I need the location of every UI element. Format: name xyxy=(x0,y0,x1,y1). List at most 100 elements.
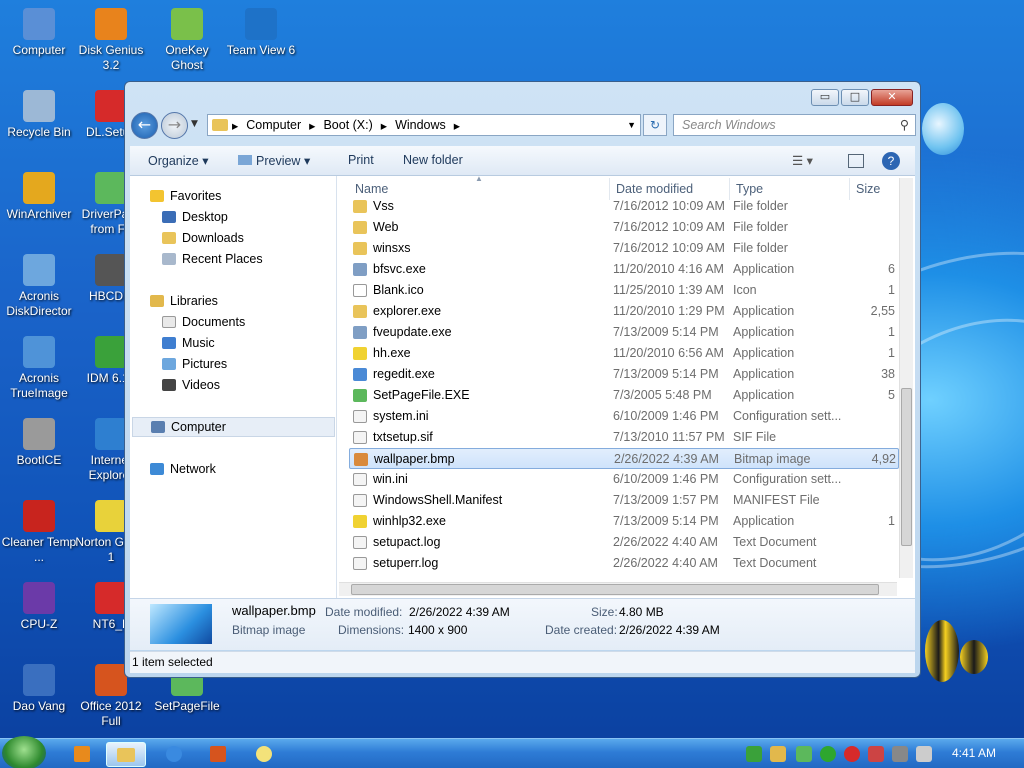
address-bar[interactable]: ▸ Computer ▸ Boot (X:) ▸ Windows ▸ ▼ xyxy=(207,114,641,136)
start-button[interactable] xyxy=(2,736,46,768)
tray-icon[interactable] xyxy=(770,746,786,762)
file-row[interactable]: Blank.ico 11/25/2010 1:39 AM Icon 1 xyxy=(349,280,899,301)
file-date: 11/20/2010 4:16 AM xyxy=(613,262,724,276)
scrollbar-thumb[interactable] xyxy=(351,584,879,595)
file-type: Application xyxy=(733,304,795,318)
file-icon xyxy=(353,389,367,402)
taskbar-explorer-icon[interactable] xyxy=(106,742,146,767)
file-row[interactable]: setupact.log 2/26/2022 4:40 AM Text Docume… xyxy=(349,532,899,553)
nav-pictures[interactable]: Pictures xyxy=(162,354,227,374)
desktop-icon-acronis-diskdirector[interactable]: Acronis DiskDirector xyxy=(0,254,78,319)
breadcrumb-computer[interactable]: Computer xyxy=(242,118,305,132)
desktop-icon-onekey-ghost[interactable]: OneKey Ghost xyxy=(148,8,226,73)
breadcrumb-drive[interactable]: Boot (X:) xyxy=(319,118,376,132)
desktop-icon-computer[interactable]: Computer xyxy=(0,8,78,58)
nav-videos[interactable]: Videos xyxy=(162,375,220,395)
tray-icon[interactable] xyxy=(820,746,836,762)
maximize-button[interactable]: □ xyxy=(841,89,869,106)
back-button[interactable]: ← xyxy=(131,112,158,139)
nav-documents[interactable]: Documents xyxy=(162,312,245,332)
file-row[interactable]: winsxs 7/16/2012 10:09 AM File folder xyxy=(349,238,899,259)
vertical-scrollbar[interactable] xyxy=(899,178,913,578)
file-row[interactable]: hh.exe 11/20/2010 6:56 AM Application 1 xyxy=(349,343,899,364)
recent-pages-dropdown[interactable]: ▼ xyxy=(191,119,198,129)
file-row[interactable]: winhlp32.exe 7/13/2009 5:14 PM Application… xyxy=(349,511,899,532)
file-row[interactable]: SetPageFile.EXE 7/3/2005 5:48 PM Applicati… xyxy=(349,385,899,406)
file-row[interactable]: setuperr.log 2/26/2022 4:40 AM Text Docume… xyxy=(349,553,899,574)
file-row[interactable]: Vss 7/16/2012 10:09 AM File folder xyxy=(349,196,899,217)
minimize-button[interactable]: ▭ xyxy=(811,89,839,106)
breadcrumb-folder[interactable]: Windows xyxy=(391,118,450,132)
tray-icon[interactable] xyxy=(868,746,884,762)
file-row[interactable]: WindowsShell.Manifest 7/13/2009 1:57 PM MA… xyxy=(349,490,899,511)
taskbar-media-icon[interactable] xyxy=(62,742,102,767)
nav-recent-places[interactable]: Recent Places xyxy=(162,249,263,269)
nav-downloads[interactable]: Downloads xyxy=(162,228,244,248)
view-options-icon[interactable]: ☰ ▾ xyxy=(792,153,813,168)
wallpaper-logo xyxy=(922,103,964,155)
taskbar-network-icon[interactable] xyxy=(198,742,238,767)
file-type: Application xyxy=(733,388,795,402)
tray-icon[interactable] xyxy=(892,746,908,762)
tray-icon[interactable] xyxy=(746,746,762,762)
desktop-icon-acronis-trueimage[interactable]: Acronis TrueImage xyxy=(0,336,78,401)
forward-button[interactable]: → xyxy=(161,112,188,139)
desktop-icon-disk-genius-3-2[interactable]: Disk Genius 3.2 xyxy=(72,8,150,73)
search-icon[interactable]: ⚲ xyxy=(900,115,909,135)
desktop-icon-recycle-bin[interactable]: Recycle Bin xyxy=(0,90,78,140)
tray-icon[interactable] xyxy=(796,746,812,762)
wallpaper-fish xyxy=(960,640,988,674)
file-list[interactable]: Name Date modified Type Size ▲ Vss 7/16/2… xyxy=(337,174,915,598)
libraries-icon xyxy=(150,295,164,307)
preview-button[interactable]: Preview ▾ xyxy=(238,153,310,168)
app-icon xyxy=(23,664,55,696)
taskbar-ie-icon[interactable] xyxy=(154,742,194,767)
desktop-icon-label: SetPageFile xyxy=(154,699,220,713)
help-icon[interactable]: ? xyxy=(882,152,900,170)
preview-pane-icon[interactable] xyxy=(848,154,864,168)
file-name: bfsvc.exe xyxy=(373,262,426,276)
breadcrumb-arrow-icon[interactable]: ▸ xyxy=(305,118,319,133)
print-button[interactable]: Print xyxy=(348,153,374,167)
breadcrumb-arrow-icon[interactable]: ▸ xyxy=(377,118,391,133)
desktop-icon-cleaner-temp[interactable]: Cleaner Temp ... xyxy=(0,500,78,565)
file-row[interactable]: win.ini 6/10/2009 1:46 PM Configuration se… xyxy=(349,469,899,490)
file-row[interactable]: bfsvc.exe 11/20/2010 4:16 AM Application 6 xyxy=(349,259,899,280)
app-icon xyxy=(23,90,55,122)
nav-network[interactable]: Network xyxy=(150,459,216,479)
desktop-icon-bootice[interactable]: BootICE xyxy=(0,418,78,468)
document-icon xyxy=(353,494,367,507)
nav-music[interactable]: Music xyxy=(162,333,215,353)
explorer-window[interactable]: ▭ □ ✕ ← → ▼ ▸ Computer ▸ Boot (X:) ▸ Win… xyxy=(124,81,921,678)
organize-button[interactable]: Organize ▾ xyxy=(148,153,208,168)
refresh-button[interactable]: ↻ xyxy=(643,114,667,136)
tray-icon[interactable] xyxy=(844,746,860,762)
file-row[interactable]: fveupdate.exe 7/13/2009 5:14 PM Applicatio… xyxy=(349,322,899,343)
horizontal-scrollbar[interactable] xyxy=(339,582,897,596)
file-size: 5 xyxy=(888,388,895,402)
breadcrumb-arrow-icon[interactable]: ▸ xyxy=(450,118,464,133)
taskbar-ghost-icon[interactable] xyxy=(244,742,284,767)
desktop-icon-dao-vang[interactable]: Dao Vang xyxy=(0,664,78,714)
breadcrumb-arrow-icon[interactable]: ▸ xyxy=(228,118,242,133)
nav-favorites[interactable]: Favorites xyxy=(150,186,221,206)
file-row[interactable]: regedit.exe 7/13/2009 5:14 PM Application 3… xyxy=(349,364,899,385)
file-row[interactable]: txtsetup.sif 7/13/2010 11:57 PM SIF File xyxy=(349,427,899,448)
file-row[interactable]: explorer.exe 11/20/2010 1:29 PM Applicatio… xyxy=(349,301,899,322)
volume-muted-icon[interactable] xyxy=(916,746,932,762)
close-button[interactable]: ✕ xyxy=(871,89,913,106)
file-row[interactable]: system.ini 6/10/2009 1:46 PM Configuration… xyxy=(349,406,899,427)
scrollbar-thumb[interactable] xyxy=(901,388,912,546)
new-folder-button[interactable]: New folder xyxy=(403,153,463,167)
file-row[interactable]: Web 7/16/2012 10:09 AM File folder xyxy=(349,217,899,238)
nav-desktop[interactable]: Desktop xyxy=(162,207,228,227)
address-dropdown-icon[interactable]: ▼ xyxy=(623,120,640,130)
nav-libraries[interactable]: Libraries xyxy=(150,291,218,311)
desktop-icon-team-view-6[interactable]: Team View 6 xyxy=(222,8,300,58)
search-input[interactable]: Search Windows ⚲ xyxy=(673,114,916,136)
desktop-icon-cpu-z[interactable]: CPU-Z xyxy=(0,582,78,632)
desktop-icon-winarchiver[interactable]: WinArchiver xyxy=(0,172,78,222)
nav-computer[interactable]: Computer xyxy=(132,417,335,437)
clock[interactable]: 4:41 AM xyxy=(952,746,996,760)
file-row[interactable]: wallpaper.bmp 2/26/2022 4:39 AM Bitmap ima… xyxy=(349,448,899,469)
